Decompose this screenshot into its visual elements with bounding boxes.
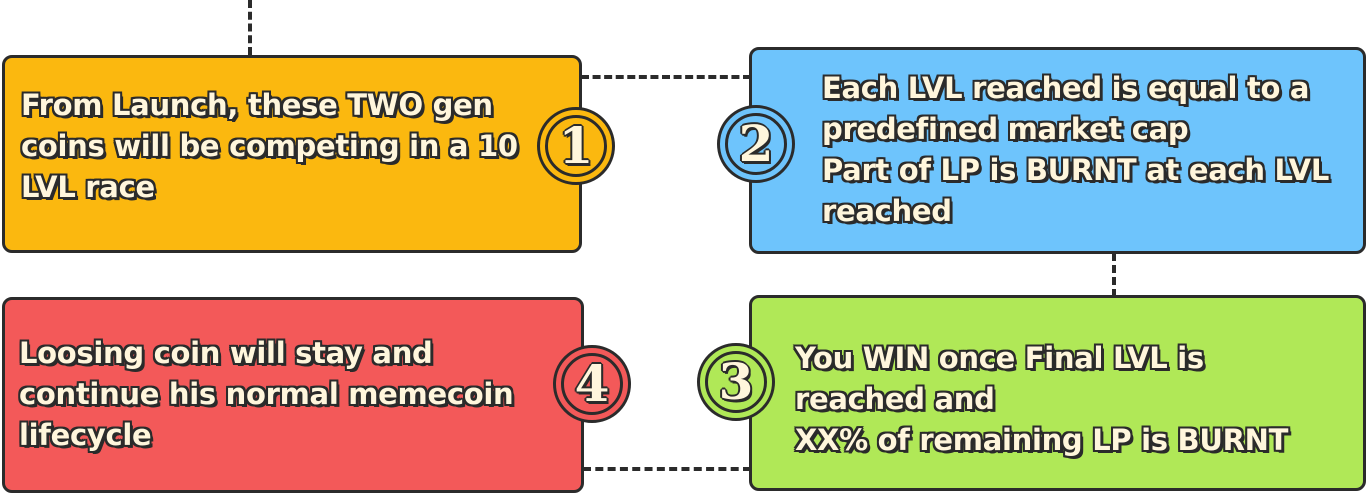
step-2-badge-ring: 2	[725, 113, 787, 175]
step-1-badge-ring: 1	[545, 115, 607, 177]
step-2-text: Each LVL reached is equal to a predefine…	[821, 70, 1330, 228]
step-2-card: Each LVL reached is equal to a predefine…	[749, 47, 1366, 254]
connector-2-to-3	[1112, 253, 1116, 297]
step-4-card: Loosing coin will stay and continue his …	[2, 297, 584, 493]
step-2-badge: 2	[717, 105, 795, 183]
connector-top	[248, 0, 252, 55]
step-1-text: From Launch, these TWO gen coins will be…	[20, 87, 518, 204]
step-4-text: Loosing coin will stay and continue his …	[18, 335, 514, 452]
step-4-badge-ring: 4	[561, 353, 623, 415]
step-1-number: 1	[558, 116, 595, 175]
step-1-badge: 1	[537, 107, 615, 185]
connector-1-to-2	[581, 75, 751, 79]
step-3-number: 3	[718, 352, 755, 411]
step-4-number: 4	[574, 354, 611, 413]
connector-3-to-4	[583, 467, 751, 471]
step-4-badge: 4	[553, 345, 631, 423]
step-3-card: You WIN once Final LVL is reached and XX…	[749, 295, 1366, 491]
step-3-badge-ring: 3	[705, 351, 767, 413]
step-2-number: 2	[738, 114, 775, 173]
step-1-card: From Launch, these TWO gen coins will be…	[2, 55, 582, 253]
step-3-text: You WIN once Final LVL is reached and XX…	[794, 340, 1289, 457]
step-3-badge: 3	[697, 343, 775, 421]
